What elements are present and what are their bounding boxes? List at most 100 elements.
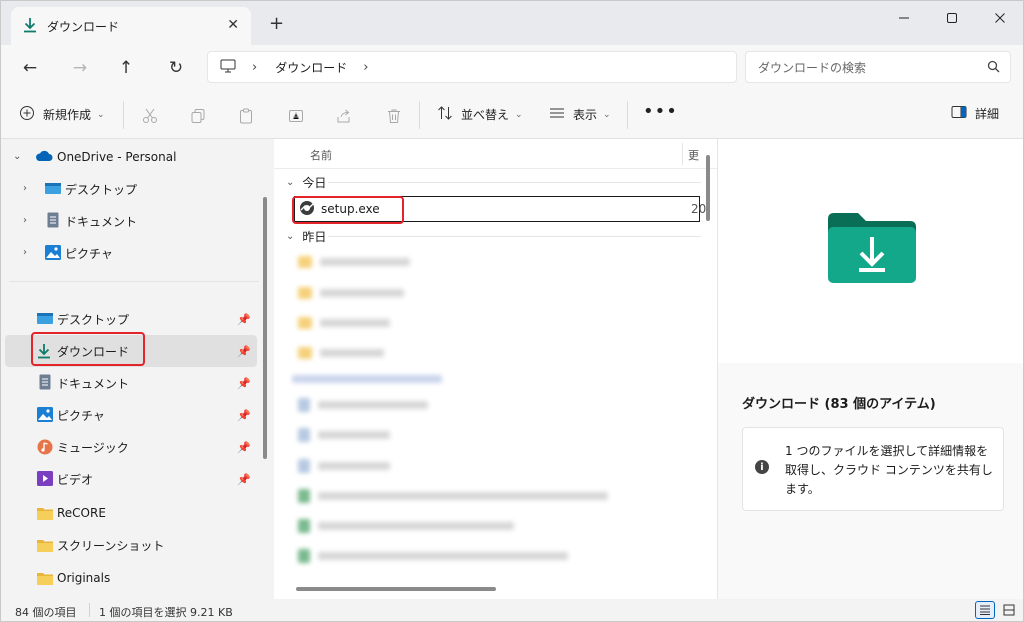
sort-button[interactable]: 並べ替え ⌄: [437, 105, 523, 124]
file-row-redacted[interactable]: [294, 543, 700, 569]
document-icon: [47, 212, 63, 228]
computer-icon: [220, 59, 236, 76]
details-button[interactable]: 詳細: [951, 105, 999, 122]
refresh-icon[interactable]: ↻: [165, 57, 187, 79]
group-yesterday[interactable]: ⌄ 昨日: [274, 225, 717, 247]
nav-label: ドキュメント: [65, 214, 138, 229]
up-arrow-icon[interactable]: ↑: [115, 57, 137, 79]
nav-od-documents[interactable]: › ドキュメント: [1, 205, 257, 237]
horizontal-scrollbar[interactable]: [296, 587, 496, 591]
file-list-scrollbar[interactable]: [706, 155, 710, 221]
file-row-redacted[interactable]: [294, 249, 700, 275]
nav-label: ReCORE: [57, 506, 106, 520]
chevron-right-icon[interactable]: ›: [23, 215, 27, 226]
new-button[interactable]: 新規作成 ⌄: [19, 105, 105, 124]
chevron-down-icon: ⌄: [603, 109, 611, 120]
copy-icon[interactable]: [189, 107, 207, 125]
file-row-redacted[interactable]: [294, 310, 700, 336]
nav-onedrive[interactable]: ⌄ OneDrive - Personal: [1, 141, 257, 173]
explorer-window: ダウンロード ✕ + ← → ↑ ↻ › ダウンロード › ダウンロードの検索: [0, 0, 1024, 622]
redacted-name: [320, 349, 384, 357]
chevron-down-icon[interactable]: ⌄: [286, 177, 294, 188]
nav-quick-videos[interactable]: ビデオ 📌: [1, 463, 257, 495]
file-row-redacted[interactable]: [294, 340, 700, 366]
nav-folder-screenshots[interactable]: スクリーンショット: [1, 529, 257, 561]
nav-folder-recore[interactable]: ReCORE: [1, 497, 257, 529]
details-view-icon[interactable]: [975, 601, 995, 619]
pin-icon[interactable]: 📌: [237, 313, 251, 326]
chevron-down-icon: ⌄: [97, 109, 105, 120]
column-divider[interactable]: [682, 143, 683, 165]
nav-folder-originals[interactable]: Originals: [1, 562, 257, 594]
file-row-redacted[interactable]: [294, 453, 700, 479]
pin-icon[interactable]: 📌: [237, 345, 251, 358]
cloud-icon: [35, 150, 53, 166]
nav-quick-pictures[interactable]: ピクチャ 📌: [1, 399, 257, 431]
minimize-button[interactable]: [881, 7, 927, 29]
redacted-name: [318, 552, 568, 560]
rename-icon[interactable]: [287, 107, 305, 125]
file-row-redacted[interactable]: [294, 483, 700, 509]
details-title: ダウンロード (83 個のアイテム): [742, 397, 936, 412]
pin-icon[interactable]: 📌: [237, 377, 251, 390]
sort-label: 並べ替え: [461, 108, 510, 122]
file-row-redacted[interactable]: [294, 280, 700, 306]
share-icon[interactable]: [335, 107, 353, 125]
nav-label: デスクトップ: [57, 312, 130, 327]
breadcrumb-downloads[interactable]: ダウンロード: [275, 59, 347, 76]
redacted-name: [318, 431, 390, 439]
nav-onedrive-label: OneDrive - Personal: [57, 150, 177, 164]
nav-od-desktop[interactable]: › デスクトップ: [1, 173, 257, 205]
pin-icon[interactable]: 📌: [237, 473, 251, 486]
column-date[interactable]: 更: [688, 147, 699, 163]
desktop-icon: [37, 312, 53, 328]
tab-downloads[interactable]: ダウンロード ✕: [11, 7, 251, 45]
nav-label: ミュージック: [57, 440, 129, 455]
address-bar[interactable]: › ダウンロード ›: [207, 51, 737, 83]
tiles-view-icon[interactable]: [999, 601, 1019, 619]
folder-zip-icon: [298, 287, 312, 299]
group-redacted[interactable]: [284, 366, 690, 392]
nav-quick-documents[interactable]: ドキュメント 📌: [1, 367, 257, 399]
paste-icon[interactable]: [237, 107, 255, 125]
divider: [9, 281, 259, 282]
details-label: 詳細: [975, 107, 1000, 121]
command-bar: 新規作成 ⌄ 並べ替え ⌄ 表示 ⌄ ••• 詳細: [1, 91, 1023, 139]
item-count: 84 個の項目: [15, 606, 77, 619]
file-row-redacted[interactable]: [294, 422, 700, 448]
pin-icon[interactable]: 📌: [237, 441, 251, 454]
sort-icon: [437, 105, 453, 124]
chevron-right-icon[interactable]: ›: [363, 60, 368, 75]
file-row-redacted[interactable]: [294, 513, 700, 539]
chevron-down-icon[interactable]: ⌄: [13, 151, 21, 162]
redacted-name: [320, 258, 410, 266]
chevron-right-icon[interactable]: ›: [23, 247, 27, 258]
nav-scrollbar[interactable]: [263, 197, 267, 459]
chevron-right-icon[interactable]: ›: [23, 183, 27, 194]
close-window-button[interactable]: [977, 7, 1023, 29]
group-today[interactable]: ⌄ 今日: [274, 171, 717, 193]
nav-quick-desktop[interactable]: デスクトップ 📌: [1, 303, 257, 335]
chevron-right-icon[interactable]: ›: [252, 60, 257, 75]
new-label: 新規作成: [43, 108, 92, 122]
nav-quick-music[interactable]: ミュージック 📌: [1, 431, 257, 463]
pin-icon[interactable]: 📌: [237, 409, 251, 422]
column-name[interactable]: 名前: [310, 147, 332, 163]
new-tab-button[interactable]: +: [269, 13, 284, 34]
view-button[interactable]: 表示 ⌄: [549, 105, 611, 124]
close-tab-icon[interactable]: ✕: [227, 17, 239, 33]
file-date: 20: [691, 202, 707, 216]
delete-icon[interactable]: [385, 107, 403, 125]
forward-arrow-icon[interactable]: →: [69, 57, 91, 79]
chevron-down-icon: ⌄: [515, 109, 523, 120]
maximize-button[interactable]: [929, 7, 975, 29]
more-options-icon[interactable]: •••: [643, 101, 678, 122]
file-row-redacted[interactable]: [294, 392, 700, 418]
cut-icon[interactable]: [141, 107, 159, 125]
nav-od-pictures[interactable]: › ピクチャ: [1, 237, 257, 269]
pictures-icon: [37, 407, 53, 423]
back-arrow-icon[interactable]: ←: [19, 57, 41, 79]
search-input[interactable]: ダウンロードの検索: [745, 51, 1011, 83]
chevron-down-icon[interactable]: ⌄: [286, 231, 294, 242]
search-placeholder: ダウンロードの検索: [758, 60, 867, 75]
